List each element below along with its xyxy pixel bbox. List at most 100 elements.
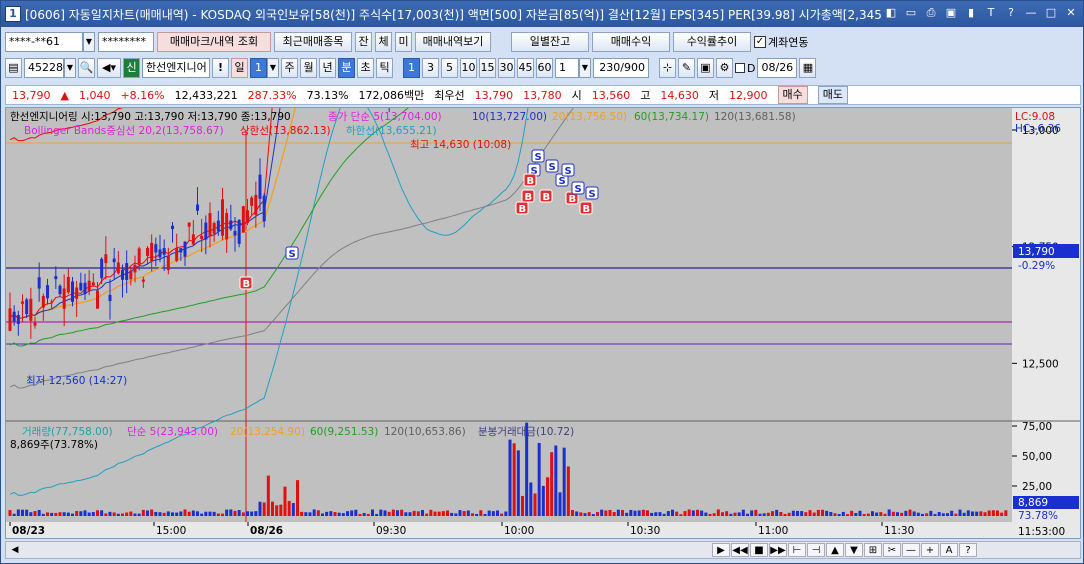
period-tick[interactable]: 틱 — [376, 58, 393, 78]
chart-control-12[interactable]: A — [940, 543, 958, 557]
draw-icon[interactable]: ✎ — [678, 58, 695, 78]
scroll-left-icon[interactable]: ◀ — [8, 543, 22, 557]
chart-control-10[interactable]: — — [902, 543, 920, 557]
chart-control-2[interactable]: ■ — [750, 543, 768, 557]
trade-profit-button[interactable]: 매매수익 — [592, 32, 670, 52]
volume-bar — [758, 513, 762, 516]
volume-bar — [537, 442, 541, 516]
candle — [125, 263, 129, 280]
date-checkbox[interactable] — [735, 63, 745, 73]
chevron-down-icon[interactable]: ▼ — [83, 32, 95, 52]
titlebar-icon-1[interactable]: ▭ — [903, 5, 919, 21]
titlebar-icon-2[interactable]: ⎙ — [923, 5, 939, 21]
layout-icon[interactable]: ▤ — [5, 58, 22, 78]
price-pane[interactable] — [6, 108, 1012, 420]
legend-vol-ma5: 단순 5(23,943.00) — [127, 426, 218, 438]
unfilled-button[interactable]: 미 — [395, 32, 412, 52]
code-field[interactable]: 452280 — [24, 58, 70, 78]
search-icon[interactable]: 🔍 — [78, 58, 95, 78]
daily-balance-button[interactable]: 일별잔고 — [511, 32, 589, 52]
chart-control-5[interactable]: ⊣ — [807, 543, 825, 557]
password-field[interactable]: ******** — [98, 32, 154, 52]
minute-10[interactable]: 10 — [460, 58, 477, 78]
chart-control-1[interactable]: ◀◀ — [731, 543, 749, 557]
period-select[interactable]: 1 ▼ — [250, 58, 279, 78]
profit-rate-button[interactable]: 수익률추이 — [673, 32, 751, 52]
chart-control-13[interactable]: ? — [959, 543, 977, 557]
volume-bar — [391, 509, 395, 516]
bar-count-field[interactable]: 230/900 — [593, 58, 649, 78]
save-icon[interactable]: ▣ — [697, 58, 714, 78]
legend-volume: 거래량(77,758.00) — [22, 426, 113, 438]
titlebar-icon-6[interactable]: ? — [1003, 5, 1019, 21]
candle — [258, 174, 262, 199]
chevron-down-icon[interactable]: ▼ — [579, 58, 591, 78]
multiplier-select[interactable]: 1 ▼ — [555, 58, 591, 78]
volume-bar — [25, 509, 29, 516]
period-month[interactable]: 월 — [300, 58, 317, 78]
chart-control-11[interactable]: + — [921, 543, 939, 557]
minute-60[interactable]: 60 — [536, 58, 553, 78]
account-select[interactable]: ****-**61 ▼ — [5, 32, 95, 52]
volume-bar — [971, 511, 974, 516]
buy-button[interactable]: 매수 — [777, 86, 808, 104]
period-second[interactable]: 초 — [357, 58, 374, 78]
titlebar-icon-3[interactable]: ▣ — [943, 5, 959, 21]
alert-icon[interactable]: ! — [212, 58, 229, 78]
titlebar-icon-4[interactable]: ▮ — [963, 5, 979, 21]
title-bar-icons: ◧ ▭ ⎙ ▣ ▮ T? — □ ✕ — [883, 5, 1079, 21]
checkbox-icon[interactable]: ✓ — [754, 36, 766, 48]
chevron-down-icon[interactable]: ▼ — [267, 58, 279, 78]
titlebar-icon-7[interactable]: — — [1023, 5, 1039, 21]
minute-5[interactable]: 5 — [441, 58, 458, 78]
low-price: 12,900 — [729, 88, 768, 102]
volume-bar — [816, 509, 820, 516]
chart-control-3[interactable]: ▶▶ — [769, 543, 787, 557]
titlebar-icon-9[interactable]: ✕ — [1063, 5, 1079, 21]
mark-view-button[interactable]: 매매마크/내역 조회 — [157, 32, 271, 52]
period-year[interactable]: 년 — [319, 58, 336, 78]
period-week[interactable]: 주 — [281, 58, 298, 78]
multiplier-field[interactable]: 1 — [555, 58, 579, 78]
crosshair-icon[interactable]: ⊹ — [659, 58, 676, 78]
candle — [208, 213, 212, 237]
minute-30[interactable]: 30 — [498, 58, 515, 78]
volume-bar — [562, 447, 566, 516]
date-field[interactable]: 08/26 — [757, 58, 798, 78]
code-select[interactable]: 452280 ▼ — [24, 58, 76, 78]
chart-control-7[interactable]: ▼ — [845, 543, 863, 557]
volume-bar — [829, 511, 833, 516]
minute-1[interactable]: 1 — [403, 58, 420, 78]
account-link-toggle[interactable]: ✓ 계좌연동 — [754, 34, 808, 50]
chart-control-4[interactable]: ⊢ — [788, 543, 806, 557]
titlebar-icon-5[interactable]: T — [983, 5, 999, 21]
chart-scrollbar[interactable]: ◀ ▶ ◀◀ ■ ▶▶ ⊢ ⊣ ▲ ▼ ⊞ ✂ — + A? — [5, 541, 1081, 559]
volume-bar — [471, 513, 474, 516]
period-value[interactable]: 1 — [250, 58, 267, 78]
chart-control-9[interactable]: ✂ — [883, 543, 901, 557]
titlebar-icon-0[interactable]: ◧ — [883, 5, 899, 21]
gear-icon[interactable]: ⚙ — [716, 58, 733, 78]
period-day[interactable]: 일 — [231, 58, 248, 78]
account-field[interactable]: ****-**61 — [5, 32, 83, 52]
chart-control-8[interactable]: ⊞ — [864, 543, 882, 557]
chart-area[interactable]: 14,50014,25014,00013,75013,50013,25013,0… — [5, 0, 1081, 539]
time-axis-label: 10:30 — [630, 525, 660, 537]
titlebar-icon-8[interactable]: □ — [1043, 5, 1059, 21]
calendar-icon[interactable]: ▦ — [799, 58, 817, 78]
speaker-icon[interactable]: ◀▾ — [97, 58, 121, 78]
minute-3[interactable]: 3 — [422, 58, 439, 78]
price-chart[interactable]: 14,50014,25014,00013,75013,50013,25013,0… — [6, 0, 1080, 538]
recent-trades-button[interactable]: 최근매매종목 — [274, 32, 352, 52]
minute-15[interactable]: 15 — [479, 58, 496, 78]
filled-button[interactable]: 체 — [375, 32, 392, 52]
chart-control-6[interactable]: ▲ — [826, 543, 844, 557]
period-minute[interactable]: 분 — [338, 58, 355, 78]
volume-bar — [854, 513, 858, 516]
chevron-down-icon[interactable]: ▼ — [64, 58, 76, 78]
trade-detail-button[interactable]: 매매내역보기 — [415, 32, 491, 52]
balance-button[interactable]: 잔 — [355, 32, 372, 52]
minute-45[interactable]: 45 — [517, 58, 534, 78]
chart-control-0[interactable]: ▶ — [712, 543, 730, 557]
sell-button[interactable]: 매도 — [817, 86, 849, 104]
